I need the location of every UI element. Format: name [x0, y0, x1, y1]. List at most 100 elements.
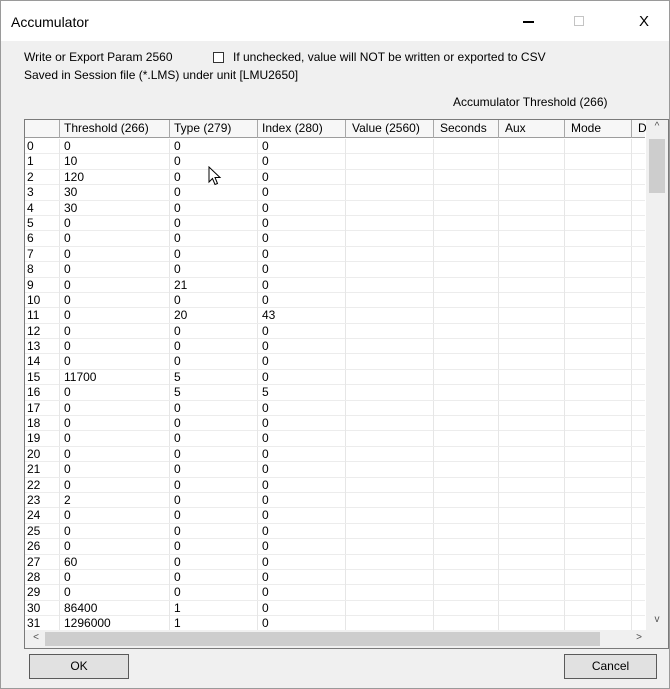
table-cell[interactable]: 0 [258, 154, 346, 170]
table-row[interactable]: 16 0 5 5 [25, 385, 652, 401]
table-cell[interactable] [565, 523, 632, 539]
table-cell[interactable] [346, 339, 434, 355]
table-cell[interactable] [346, 292, 434, 308]
table-cell[interactable]: 60 [60, 554, 170, 570]
vertical-scroll-thumb[interactable] [649, 139, 665, 193]
table-cell[interactable] [346, 200, 434, 216]
table-cell[interactable]: 0 [258, 292, 346, 308]
table-row[interactable]: 18 0 0 0 [25, 416, 652, 432]
table-cell[interactable]: 0 [60, 308, 170, 324]
table-cell[interactable] [434, 431, 499, 447]
table-cell[interactable] [565, 369, 632, 385]
table-cell[interactable] [346, 231, 434, 247]
ok-button[interactable]: OK [29, 654, 129, 679]
table-row[interactable]: 15 11700 5 0 [25, 369, 652, 386]
table-cell[interactable]: 0 [60, 523, 170, 539]
table-cell[interactable] [565, 169, 632, 185]
table-cell[interactable]: 1 [170, 616, 258, 632]
table-row[interactable]: 30 86400 1 0 [25, 600, 652, 617]
table-cell[interactable]: 0 [258, 339, 346, 355]
table-cell[interactable]: 0 [258, 477, 346, 493]
table-cell[interactable]: 2 [60, 492, 170, 508]
table-row[interactable]: 0000 [25, 139, 652, 155]
table-cell[interactable] [565, 308, 632, 324]
table-cell[interactable] [499, 169, 565, 185]
table-cell[interactable]: 0 [258, 169, 346, 185]
table-cell[interactable] [434, 215, 499, 231]
table-cell[interactable] [434, 462, 499, 478]
table-row[interactable]: 6000 [25, 231, 652, 247]
table-cell[interactable]: 0 [170, 185, 258, 201]
table-cell[interactable]: 0 [170, 462, 258, 478]
column-header-row[interactable] [25, 120, 60, 138]
table-cell[interactable]: 20 [170, 308, 258, 324]
table-row[interactable]: 29 0 0 0 [25, 585, 652, 601]
table-row[interactable]: 9 0 21 0 [25, 277, 652, 293]
table-cell[interactable] [346, 215, 434, 231]
table-cell[interactable] [346, 385, 434, 401]
horizontal-scrollbar[interactable]: < > [25, 630, 668, 648]
table-cell[interactable] [346, 492, 434, 508]
table-cell[interactable] [499, 554, 565, 570]
table-cell[interactable]: 0 [258, 215, 346, 231]
table-cell[interactable]: 0 [258, 185, 346, 201]
table-cell[interactable]: 0 [258, 277, 346, 293]
table-cell[interactable] [346, 462, 434, 478]
table-cell[interactable] [565, 600, 632, 616]
table-cell[interactable] [565, 462, 632, 478]
table-cell[interactable] [346, 308, 434, 324]
table-cell[interactable] [565, 616, 632, 632]
table-cell[interactable] [346, 585, 434, 601]
table-cell[interactable]: 0 [60, 246, 170, 262]
table-cell[interactable] [346, 246, 434, 262]
table-cell[interactable] [499, 323, 565, 339]
table-cell[interactable]: 0 [258, 446, 346, 462]
table-cell[interactable] [499, 616, 565, 632]
table-cell[interactable]: 0 [170, 262, 258, 278]
table-cell[interactable]: 0 [60, 339, 170, 355]
table-cell[interactable] [434, 200, 499, 216]
table-cell[interactable]: 0 [258, 323, 346, 339]
table-cell[interactable] [499, 185, 565, 201]
table-cell[interactable]: 0 [170, 508, 258, 524]
table-cell[interactable] [499, 539, 565, 555]
table-cell[interactable] [434, 508, 499, 524]
table-cell[interactable] [565, 569, 632, 585]
table-cell[interactable] [499, 139, 565, 154]
table-cell[interactable] [565, 277, 632, 293]
table-cell[interactable]: 0 [60, 431, 170, 447]
table-cell[interactable] [346, 477, 434, 493]
table-row[interactable]: 8000 [25, 262, 652, 278]
table-cell[interactable] [499, 431, 565, 447]
table-cell[interactable] [565, 292, 632, 308]
table-cell[interactable]: 0 [60, 385, 170, 401]
table-cell[interactable]: 0 [258, 231, 346, 247]
table-cell[interactable]: 5 [170, 385, 258, 401]
table-row[interactable]: 19 0 0 0 [25, 431, 652, 447]
table-cell[interactable] [434, 154, 499, 170]
table-cell[interactable]: 0 [60, 477, 170, 493]
table-cell[interactable]: 0 [170, 139, 258, 154]
table-cell[interactable] [499, 508, 565, 524]
table-cell[interactable] [565, 200, 632, 216]
table-cell[interactable]: 0 [170, 585, 258, 601]
table-cell[interactable] [499, 354, 565, 370]
table-cell[interactable] [565, 385, 632, 401]
table-cell[interactable] [499, 462, 565, 478]
title-bar[interactable]: Accumulator X [1, 1, 669, 41]
column-header-mode[interactable]: Mode [565, 120, 632, 138]
table-cell[interactable]: 0 [60, 400, 170, 416]
table-cell[interactable] [434, 539, 499, 555]
table-row[interactable]: 2 120 0 0 [25, 169, 652, 186]
table-cell[interactable] [499, 339, 565, 355]
table-cell[interactable] [565, 554, 632, 570]
table-row[interactable]: 26 0 0 0 [25, 539, 652, 555]
table-row[interactable]: 25 0 0 0 [25, 523, 652, 540]
table-cell[interactable]: 0 [60, 323, 170, 339]
table-cell[interactable] [346, 508, 434, 524]
table-cell[interactable]: 0 [60, 508, 170, 524]
scroll-down-arrow-icon[interactable]: v [646, 614, 668, 625]
table-cell[interactable] [434, 600, 499, 616]
table-cell[interactable] [346, 323, 434, 339]
table-cell[interactable]: 0 [60, 277, 170, 293]
